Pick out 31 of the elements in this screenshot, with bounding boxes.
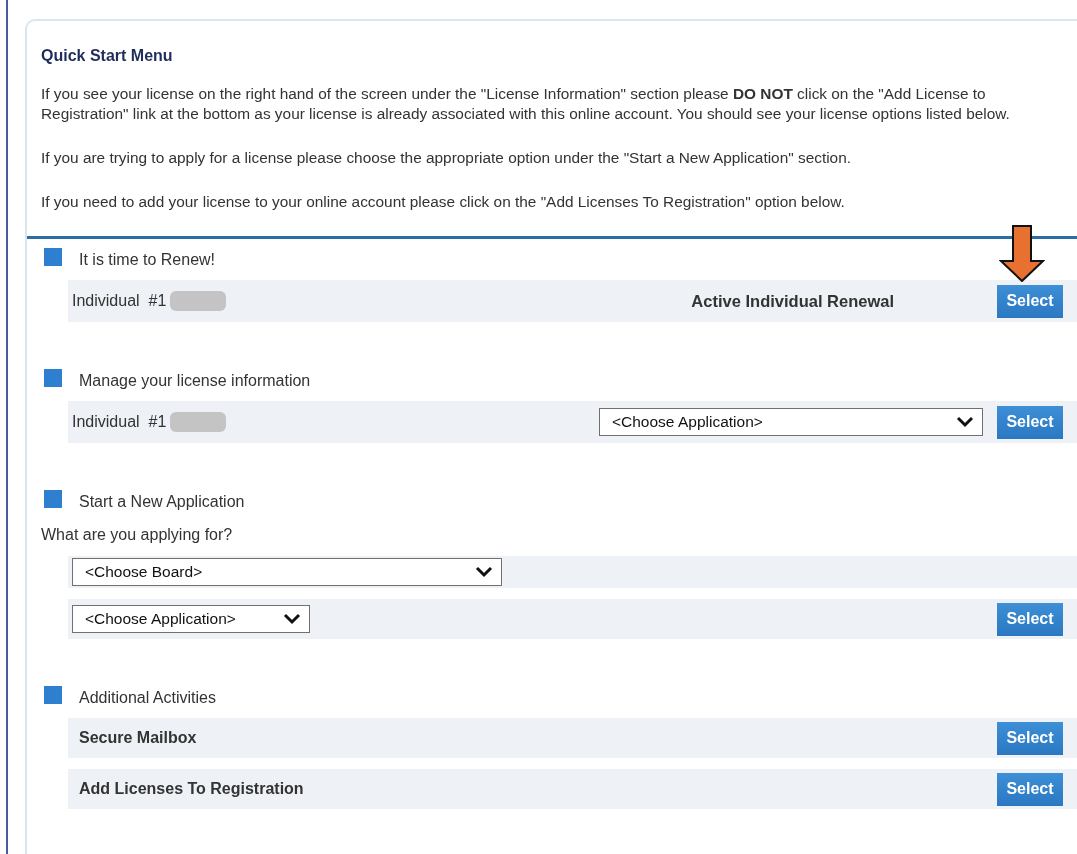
redaction-mark: [170, 291, 227, 311]
section-heading: It is time to Renew!: [79, 251, 216, 269]
chevron-down-icon: [475, 566, 493, 578]
dropdown-field[interactable]: <Choose Application>: [72, 605, 310, 633]
dropdown-field[interactable]: <Choose Application>: [599, 408, 983, 436]
bullet-square-icon: [44, 686, 62, 704]
panel-title: Quick Start Menu: [41, 47, 174, 65]
license-label: Individual #1: [72, 292, 167, 310]
question-text: What are you applying for?: [40, 526, 234, 544]
redaction-mark: [170, 412, 227, 432]
license-label: Individual #1: [72, 413, 167, 431]
bullet-square-icon: [44, 369, 62, 387]
instruction-text: If you see your license on the right hand of the screen under the "License Information" section please DO NOT click on the "Add License to Registration" link at the bottom as your license is already associated with this online account. You should see your license options listed below.: [41, 84, 1011, 124]
select-button[interactable]: Select: [997, 602, 1063, 636]
instruction-text: If you need to add your license to your online account please click on the "Add Licenses To Registration" option below.: [41, 192, 846, 212]
select-button[interactable]: Select: [997, 721, 1063, 755]
select-button[interactable]: Select: [997, 405, 1063, 439]
select-button[interactable]: Select: [997, 772, 1063, 806]
bullet-square-icon: [44, 248, 62, 266]
activity-label: Add Licenses To Registration: [78, 780, 304, 798]
activity-label: Secure Mailbox: [78, 729, 197, 747]
select-button[interactable]: Select: [997, 284, 1063, 318]
section-heading: Additional Activities: [79, 689, 216, 707]
instruction-text: If you are trying to apply for a license please choose the appropriate option under the "Start a New Application" section.: [41, 148, 852, 168]
section-heading: Start a New Application: [79, 493, 245, 511]
section-heading: Manage your license information: [79, 372, 311, 390]
bullet-square-icon: [44, 490, 62, 508]
chevron-down-icon: [283, 613, 301, 625]
chevron-down-icon: [956, 416, 974, 428]
license-status: Active Individual Renewal: [691, 291, 894, 311]
dropdown-field[interactable]: <Choose Board>: [72, 558, 502, 586]
